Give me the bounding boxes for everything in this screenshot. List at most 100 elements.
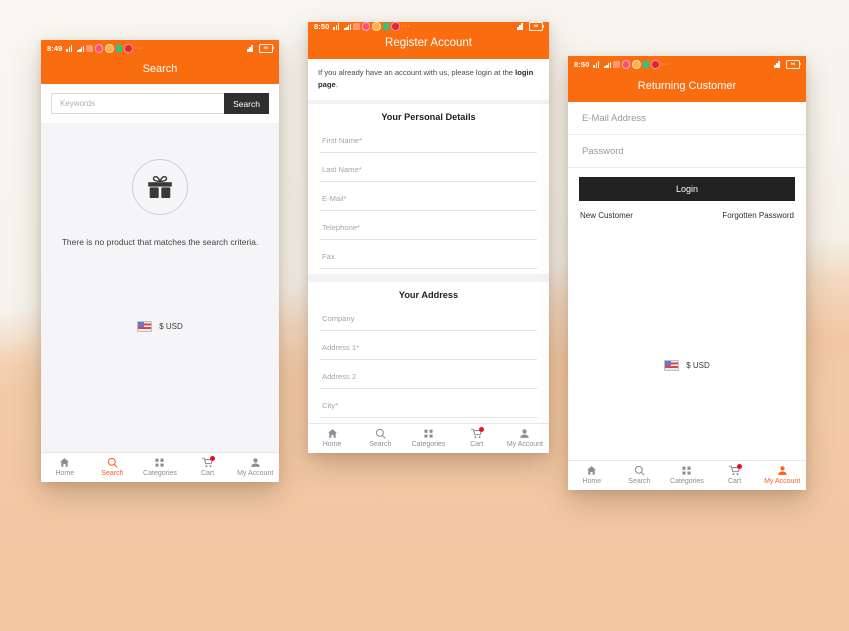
login-button-container: Login	[568, 168, 806, 209]
search-input[interactable]	[51, 93, 225, 114]
tab-home-label: Home	[55, 470, 75, 477]
signal-icon	[77, 45, 85, 52]
login-button[interactable]: Login	[579, 177, 795, 201]
tab-home[interactable]: Home	[41, 457, 89, 477]
address-1-input[interactable]	[320, 342, 537, 360]
telephone-input[interactable]	[320, 222, 537, 240]
tab-search-label: Search	[369, 441, 392, 448]
tab-cart-label: Cart	[727, 478, 742, 485]
field-telephone	[308, 216, 549, 245]
currency-label: $ USD	[686, 361, 710, 370]
tab-search[interactable]: Search	[616, 465, 664, 485]
section-title-personal-details: Your Personal Details	[308, 104, 549, 129]
field-company	[308, 307, 549, 336]
phone-screenshot-register: 8:50 ··· 96 Register Account If you alre…	[308, 22, 549, 453]
tab-search[interactable]: Search	[356, 428, 404, 448]
empty-results-area: There is no product that matches the sea…	[41, 123, 279, 452]
address-2-input[interactable]	[320, 371, 537, 389]
status-right: 96	[774, 60, 802, 69]
page-title: Returning Customer	[568, 73, 806, 102]
page-title: Search	[41, 57, 279, 84]
search-bar: Search	[41, 84, 279, 123]
status-right: 96	[247, 44, 275, 53]
tab-categories-label: Categories	[670, 478, 704, 485]
email-address-input[interactable]	[580, 112, 798, 125]
bottom-tab-bar: Home Search Categories Cart My Account	[308, 423, 549, 453]
app-notification-icon-3	[382, 23, 390, 30]
battery-icon: 96	[786, 60, 802, 69]
tab-search[interactable]: Search	[89, 457, 137, 477]
login-notice-suffix: .	[335, 79, 338, 89]
app-notification-icon-1	[94, 44, 104, 53]
cart-badge-icon	[478, 427, 484, 432]
tab-cart[interactable]: Cart	[453, 427, 501, 448]
signal-icon	[344, 23, 352, 31]
city-input[interactable]	[320, 400, 537, 418]
tab-home[interactable]: Home	[308, 428, 356, 448]
tab-categories-label: Categories	[143, 470, 177, 477]
bottom-tab-bar: Home Search Categories Cart My Account	[568, 460, 806, 490]
status-bar: 8:50 ··· 96	[568, 56, 806, 73]
login-body: $ USD	[568, 220, 806, 460]
tab-my-account-label: My Account	[237, 470, 274, 477]
password-input[interactable]	[580, 145, 798, 158]
network-icon	[593, 61, 602, 69]
status-icons: ···	[66, 44, 142, 53]
tab-my-account[interactable]: My Account	[758, 465, 806, 485]
currency-label: $ USD	[159, 322, 183, 331]
app-notification-icon-2	[105, 44, 114, 53]
us-flag-icon	[137, 321, 153, 332]
status-icons: ···	[333, 22, 409, 31]
login-notice: If you already have an account with us, …	[308, 59, 549, 100]
tab-home[interactable]: Home	[568, 465, 616, 485]
currency-selector[interactable]: $ USD	[568, 360, 806, 371]
field-fax	[308, 245, 549, 274]
currency-selector[interactable]: $ USD	[41, 321, 279, 332]
section-divider-2	[308, 274, 549, 282]
tab-categories[interactable]: Categories	[136, 457, 184, 477]
status-time: 8:50	[314, 22, 330, 32]
more-icon: ···	[401, 23, 410, 31]
empty-results-message: There is no product that matches the sea…	[61, 237, 259, 247]
tab-home-label: Home	[582, 478, 602, 485]
network-icon	[333, 23, 342, 31]
status-bar: 8:50 ··· 96	[308, 22, 549, 32]
register-form: Your Personal Details Your Address	[308, 104, 549, 423]
tab-categories-label: Categories	[411, 441, 446, 448]
company-input[interactable]	[320, 313, 537, 331]
tab-categories[interactable]: Categories	[404, 428, 452, 448]
forgotten-password-link[interactable]: Forgotten Password	[722, 211, 794, 220]
tab-my-account[interactable]: My Account	[231, 457, 279, 477]
last-name-input[interactable]	[320, 164, 537, 182]
tab-my-account[interactable]: My Account	[501, 428, 549, 448]
phone-screenshot-login: 8:50 ··· 96 Returning Customer E-Mail Ad…	[568, 56, 806, 490]
wifi-icon	[517, 23, 526, 31]
status-right: 96	[517, 22, 545, 31]
tab-cart-label: Cart	[470, 441, 484, 448]
field-email	[308, 187, 549, 216]
tab-search-label: Search	[101, 470, 124, 477]
tab-cart[interactable]: Cart	[184, 456, 232, 477]
field-city	[308, 394, 549, 423]
section-title-your-address: Your Address	[308, 282, 549, 307]
first-name-input[interactable]	[320, 135, 537, 153]
network-icon	[66, 45, 75, 53]
app-notification-icon-4	[124, 44, 133, 53]
app-notification-icon-1	[621, 60, 631, 69]
email-input[interactable]	[320, 193, 537, 211]
status-time: 8:50	[574, 60, 590, 69]
search-button[interactable]: Search	[224, 93, 269, 114]
tab-cart[interactable]: Cart	[711, 464, 759, 485]
tab-home-label: Home	[322, 441, 342, 448]
tab-categories[interactable]: Categories	[663, 465, 711, 485]
app-notification-icon-4	[651, 60, 660, 69]
us-flag-icon	[664, 360, 680, 371]
new-customer-link[interactable]: New Customer	[580, 211, 633, 220]
field-password	[568, 135, 806, 168]
cart-badge-icon	[209, 456, 215, 461]
app-notification-icon-3	[115, 45, 123, 52]
tab-my-account-label: My Account	[506, 441, 543, 448]
field-email-address	[568, 102, 806, 135]
fax-input[interactable]	[320, 251, 537, 269]
tab-cart-label: Cart	[200, 470, 215, 477]
